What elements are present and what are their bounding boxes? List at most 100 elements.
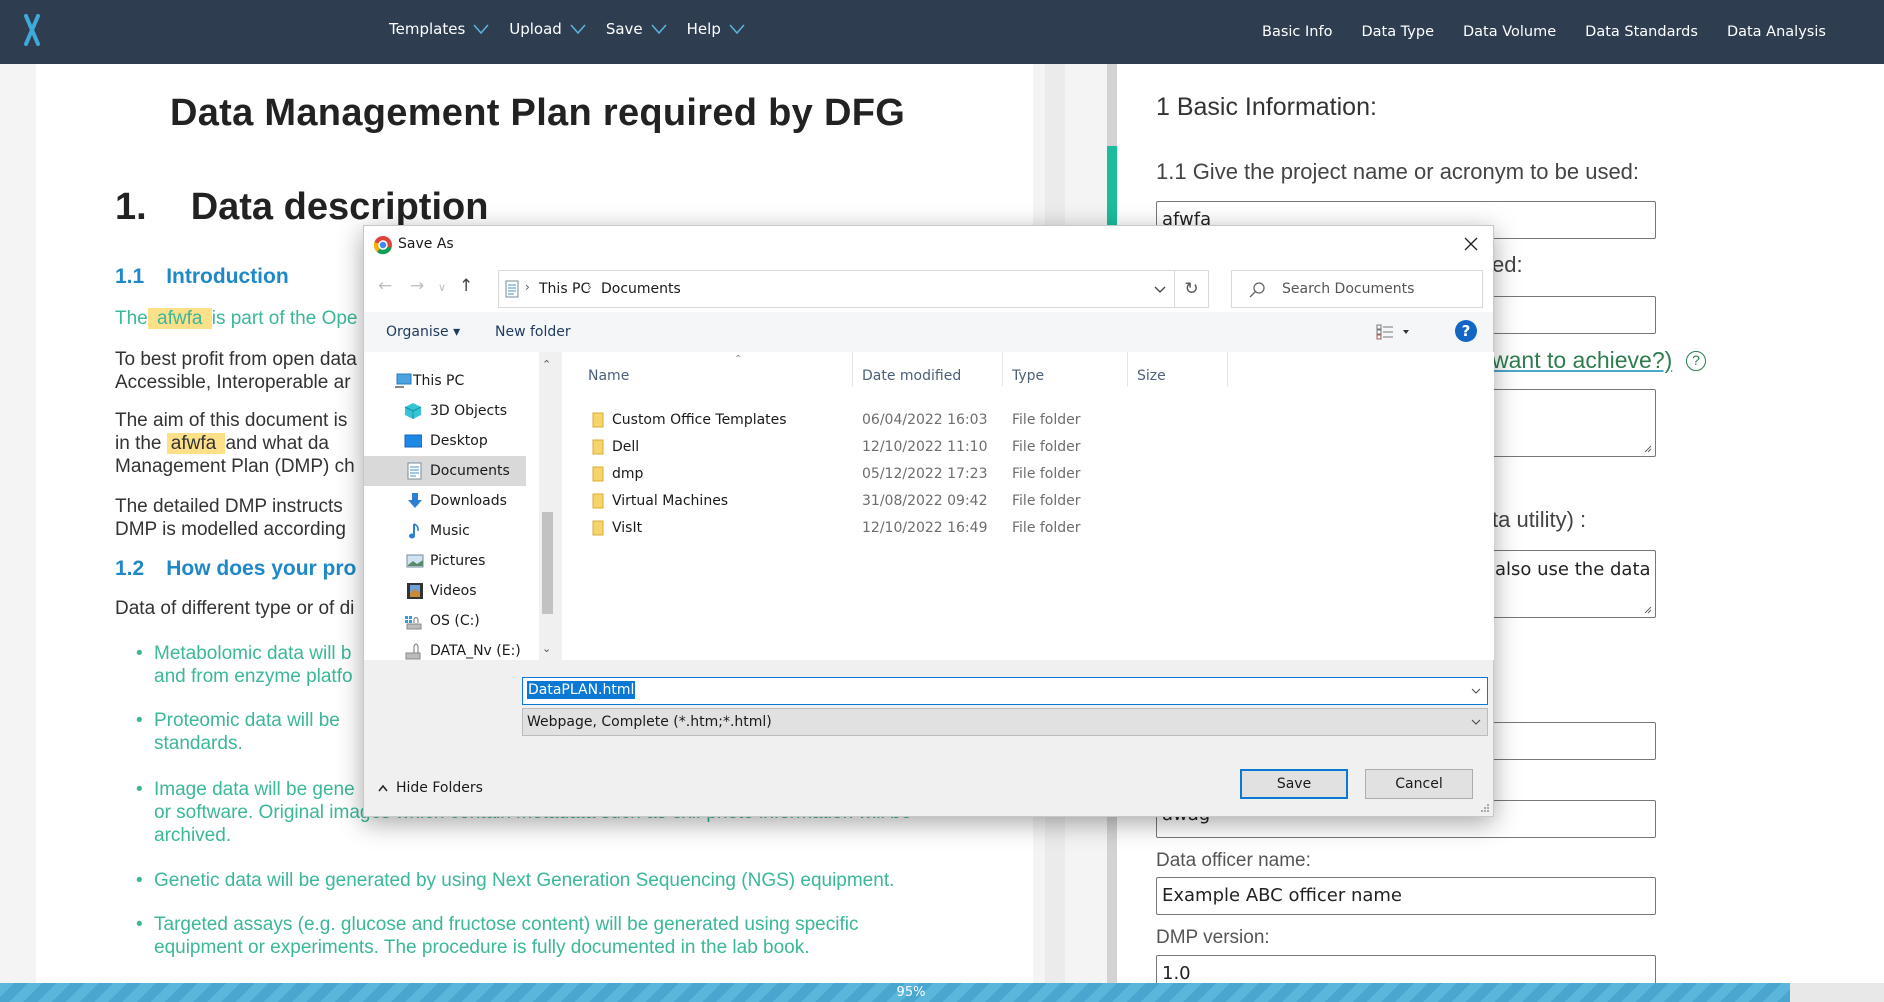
resize-grip-icon[interactable] [1642,604,1652,614]
tree-item-downloads[interactable]: Downloads [364,486,526,516]
column-date-modified[interactable]: Date modified [862,368,961,384]
folder-tree-scrollbar[interactable]: ⌃ ⌄ [539,352,556,660]
scroll-down-icon[interactable]: ⌄ [542,642,551,655]
resize-grip-icon[interactable] [1480,803,1490,813]
dmp-version-input[interactable]: 1.0 [1156,955,1656,984]
resize-grip-icon[interactable] [1642,443,1652,453]
tree-label: DATA_Nv (E:) [430,643,521,659]
back-arrow-icon[interactable]: ← [378,276,392,296]
chevron-down-icon[interactable] [1154,286,1166,294]
search-icon [1249,282,1265,298]
list-line: Metabolomic data will b [154,643,352,664]
cancel-button[interactable]: Cancel [1365,769,1473,799]
save-button[interactable]: Save [1240,769,1348,799]
menu-save[interactable]: Save [606,20,667,38]
subsection-heading-intro: 1.1 Introduction [115,265,289,289]
paragraph-line: The aim of this document is [115,410,348,431]
chevron-down-icon[interactable] [1471,715,1481,729]
tree-item-3d-objects[interactable]: 3D Objects [364,396,526,426]
save-type-select[interactable]: Webpage, Complete (*.htm;*.html) [522,708,1488,736]
paragraph-line: Management Plan (DMP) ch [115,456,355,477]
scrollbar-thumb[interactable] [542,512,553,614]
folder-icon [592,466,604,482]
column-divider[interactable] [1002,352,1003,386]
tree-item-videos[interactable]: Videos [364,576,526,606]
q3-label-link[interactable]: want to achieve?) [1492,347,1672,374]
form-scrollbar-thumb[interactable] [1107,146,1117,226]
tree-item-this-pc[interactable]: This PC [364,366,526,396]
tree-item-os-c[interactable]: OS (C:) [364,606,526,636]
help-icon[interactable]: ? [1686,351,1706,371]
nav-data-volume[interactable]: Data Volume [1463,24,1556,40]
file-row[interactable]: VisIt 12/10/2022 16:49 File folder [562,515,1494,542]
column-divider[interactable] [1127,352,1128,386]
file-type: File folder [1012,520,1081,536]
folder-icon [592,439,604,455]
refresh-button[interactable]: ↻ [1175,270,1209,308]
chevron-down-icon [570,24,586,34]
column-divider[interactable] [852,352,853,386]
save-as-dialog: Save As ← → ∨ ↑ › This PC › Documents ↻ … [363,225,1494,817]
recent-locations-icon[interactable]: ∨ [438,281,446,294]
left-gutter [0,64,36,984]
file-row[interactable]: Custom Office Templates 06/04/2022 16:03 F… [562,407,1494,434]
scroll-up-icon[interactable]: ⌃ [542,358,551,371]
breadcrumb-this-pc[interactable]: This PC [539,281,590,297]
new-folder-button[interactable]: New folder [495,324,571,340]
address-bar[interactable]: › This PC › Documents [498,270,1175,308]
desktop-icon [404,434,422,448]
nav-data-standards[interactable]: Data Standards [1585,24,1698,40]
organise-button[interactable]: Organise ▾ [386,324,460,340]
tree-item-pictures[interactable]: Pictures [364,546,526,576]
list-line: archived. [154,825,232,846]
section-number: 1. [115,186,147,228]
tree-item-music[interactable]: Music [364,516,526,546]
sort-ascending-icon: ⌃ [734,354,743,365]
tree-item-desktop[interactable]: Desktop [364,426,526,456]
column-type[interactable]: Type [1012,368,1044,384]
menu-help[interactable]: Help [687,20,745,38]
file-row[interactable]: Dell 12/10/2022 11:10 File folder [562,434,1494,461]
column-divider[interactable] [1227,352,1228,386]
breadcrumb-documents[interactable]: Documents [601,281,681,297]
chevron-down-icon[interactable] [1471,684,1481,698]
officer-name-input[interactable]: Example ABC officer name [1156,877,1656,915]
help-icon[interactable]: ? [1455,320,1477,342]
forward-arrow-icon[interactable]: → [410,276,424,296]
tree-label: Desktop [430,433,488,449]
view-options-icon[interactable] [1376,324,1410,340]
file-row[interactable]: Virtual Machines 31/08/2022 09:42 File fol… [562,488,1494,515]
list-line: Image data will be gene [154,779,355,800]
document-title-text: Data Management Plan required by DFG [170,92,906,134]
nav-data-type[interactable]: Data Type [1361,24,1434,40]
column-name[interactable]: Name [588,368,629,384]
nav-data-analysis[interactable]: Data Analysis [1727,24,1826,40]
paragraph-line: DMP is modelled according [115,519,346,540]
data-type-list: Targeted assays (e.g. glucose and fructo… [136,913,996,959]
search-box[interactable]: Search Documents [1231,270,1483,308]
tree-label: Pictures [430,553,486,569]
file-name-input[interactable]: DataPLAN.html [522,677,1488,705]
nav-basic-info[interactable]: Basic Info [1262,24,1332,40]
dialog-titlebar[interactable]: Save As [364,226,1493,262]
file-name-value: DataPLAN.html [527,681,636,699]
tree-item-documents[interactable]: Documents [364,456,526,486]
q1-label: 1.1 Give the project name or acronym to … [1156,159,1640,184]
close-icon[interactable] [1461,234,1481,254]
file-row[interactable]: dmp 05/12/2022 17:23 File folder [562,461,1494,488]
dialog-navigation: ← → ∨ ↑ › This PC › Documents ↻ Search D… [364,262,1493,312]
hide-folders-button[interactable]: Hide Folders [378,780,483,796]
search-placeholder: Search Documents [1282,281,1415,297]
menu-upload[interactable]: Upload [509,20,586,38]
up-arrow-icon[interactable]: ↑ [459,276,473,296]
tree-item-data-nv-e[interactable]: DATA_Nv (E:) [364,636,526,666]
file-date: 06/04/2022 16:03 [862,412,988,428]
menu-templates[interactable]: Templates [389,20,489,38]
file-name: Dell [612,439,640,455]
pictures-icon [406,554,424,568]
column-size[interactable]: Size [1137,368,1166,384]
q4-label: ta utility) : [1492,507,1587,532]
dmp-tool-logo-icon[interactable] [22,14,42,46]
list-line: Targeted assays (e.g. glucose and fructo… [154,914,859,935]
menu-save-label: Save [605,20,643,38]
